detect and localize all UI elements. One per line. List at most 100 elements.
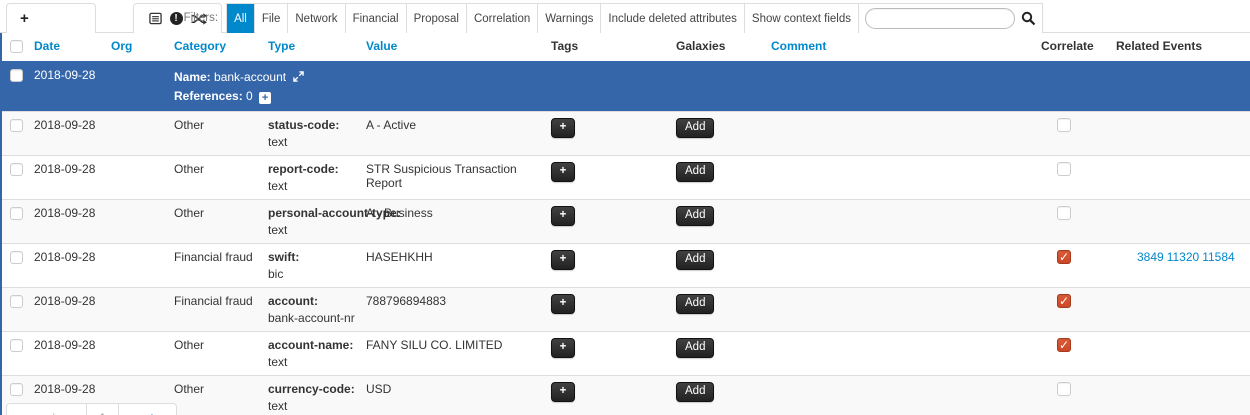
cell-tags: +	[546, 288, 671, 332]
add-tag-button[interactable]: +	[551, 162, 575, 182]
column-header-type[interactable]: Type	[268, 39, 295, 53]
exclamation-icon: !	[170, 12, 183, 25]
add-reference-icon[interactable]: +	[259, 92, 271, 104]
row-checkbox[interactable]	[10, 251, 23, 264]
column-header-galaxies: Galaxies	[671, 33, 766, 61]
row-checkbox[interactable]	[10, 163, 23, 176]
cell-date: 2018-09-28	[29, 200, 106, 244]
correlate-checkbox[interactable]	[1057, 206, 1071, 220]
cell-tags: +	[546, 200, 671, 244]
filter-tab-warnings[interactable]: Warnings	[538, 4, 601, 33]
row-checkbox[interactable]	[10, 383, 23, 396]
column-header-date[interactable]: Date	[34, 39, 60, 53]
add-galaxy-button[interactable]: Add	[676, 250, 714, 270]
add-galaxy-button[interactable]: Add	[676, 206, 714, 226]
cell-org	[106, 200, 169, 244]
add-attribute-button[interactable]: +	[6, 3, 96, 33]
add-galaxy-button[interactable]: Add	[676, 162, 714, 182]
cell-galaxies: Add	[671, 376, 766, 415]
add-tag-button[interactable]: +	[551, 382, 575, 402]
pagination: « previous 1 next »	[6, 403, 177, 415]
cell-comment	[766, 156, 1036, 200]
proposals-warning-icon[interactable]: !	[170, 12, 183, 25]
filter-tabs: All File Network Financial Proposal Corr…	[226, 3, 1043, 33]
filter-tab-correlation[interactable]: Correlation	[467, 4, 538, 33]
search-input[interactable]	[865, 8, 1015, 29]
filter-tab-proposal[interactable]: Proposal	[407, 4, 467, 33]
column-header-category[interactable]: Category	[174, 39, 226, 53]
pagination-next[interactable]: next »	[119, 403, 177, 415]
correlate-checkbox[interactable]	[1057, 118, 1071, 132]
cell-date: 2018-09-28	[29, 61, 106, 112]
expand-object-icon[interactable]	[293, 71, 304, 85]
cell-date: 2018-09-28	[29, 244, 106, 288]
cell-type: status-code:text	[263, 112, 361, 156]
attribute-row: 2018-09-28 Other currency-code:text USD …	[1, 376, 1250, 415]
cell-value: A - Business	[361, 200, 546, 244]
add-galaxy-button[interactable]: Add	[676, 338, 714, 358]
row-checkbox[interactable]	[10, 339, 23, 352]
add-tag-button[interactable]: +	[551, 118, 575, 138]
cell-value: FANY SILU CO. LIMITED	[361, 332, 546, 376]
add-tag-button[interactable]: +	[551, 250, 575, 270]
cell-date: 2018-09-28	[29, 112, 106, 156]
column-header-tags: Tags	[546, 33, 671, 61]
add-galaxy-button[interactable]: Add	[676, 118, 714, 138]
add-galaxy-button[interactable]: Add	[676, 382, 714, 402]
cell-related-events	[1111, 376, 1250, 415]
attribute-row: 2018-09-28 Other report-code:text STR Su…	[1, 156, 1250, 200]
attributes-page: + ! Filters: All File Network Financial …	[0, 0, 1250, 415]
add-galaxy-button[interactable]: Add	[676, 294, 714, 314]
cell-category: Other	[169, 112, 263, 156]
row-checkbox[interactable]	[10, 69, 23, 82]
filter-tab-include-deleted[interactable]: Include deleted attributes	[601, 4, 745, 33]
correlate-checkbox[interactable]	[1057, 250, 1071, 264]
column-header-comment[interactable]: Comment	[771, 39, 826, 53]
cell-comment	[766, 244, 1036, 288]
correlate-checkbox[interactable]	[1057, 162, 1071, 176]
attribute-row: 2018-09-28 Other status-code:text A - Ac…	[1, 112, 1250, 156]
cell-galaxies: Add	[671, 288, 766, 332]
attribute-row: 2018-09-28 Financial fraud swift:bic HAS…	[1, 244, 1250, 288]
cell-galaxies: Add	[671, 156, 766, 200]
cell-category: Other	[169, 156, 263, 200]
select-all-checkbox[interactable]	[10, 40, 23, 53]
correlate-checkbox[interactable]	[1057, 338, 1071, 352]
add-tag-button[interactable]: +	[551, 294, 575, 314]
cell-type: report-code:text	[263, 156, 361, 200]
cell-related-events: 38491132011584	[1111, 244, 1250, 288]
column-header-org[interactable]: Org	[111, 39, 132, 53]
attribute-list-icon[interactable]	[149, 12, 162, 25]
filter-tab-file[interactable]: File	[255, 4, 289, 33]
row-checkbox[interactable]	[10, 207, 23, 220]
cell-category: Other	[169, 200, 263, 244]
cell-category: Financial fraud	[169, 244, 263, 288]
related-event-link[interactable]: 11584	[1202, 250, 1234, 264]
search-icon[interactable]	[1021, 11, 1036, 26]
correlate-checkbox[interactable]	[1057, 294, 1071, 308]
cell-tags: +	[546, 244, 671, 288]
cell-date: 2018-09-28	[29, 156, 106, 200]
row-checkbox[interactable]	[10, 119, 23, 132]
cell-date: 2018-09-28	[29, 288, 106, 332]
filter-tab-network[interactable]: Network	[288, 4, 345, 33]
cell-correlate	[1036, 200, 1111, 244]
add-tag-button[interactable]: +	[551, 338, 575, 358]
cell-org	[106, 288, 169, 332]
filter-tab-show-context[interactable]: Show context fields	[745, 4, 859, 33]
cell-type: account:bank-account-nr	[263, 288, 361, 332]
row-checkbox[interactable]	[10, 295, 23, 308]
related-event-link[interactable]: 3849	[1137, 250, 1164, 264]
cell-tags: +	[546, 332, 671, 376]
cell-galaxies: Add	[671, 112, 766, 156]
cell-comment	[766, 288, 1036, 332]
cell-correlate	[1036, 244, 1111, 288]
column-header-value[interactable]: Value	[366, 39, 397, 53]
pagination-previous: « previous	[6, 403, 87, 415]
search-section	[859, 4, 1042, 33]
correlate-checkbox[interactable]	[1057, 382, 1071, 396]
filter-tab-all[interactable]: All	[227, 4, 255, 33]
filter-tab-financial[interactable]: Financial	[346, 4, 407, 33]
related-event-link[interactable]: 11320	[1167, 250, 1199, 264]
add-tag-button[interactable]: +	[551, 206, 575, 226]
